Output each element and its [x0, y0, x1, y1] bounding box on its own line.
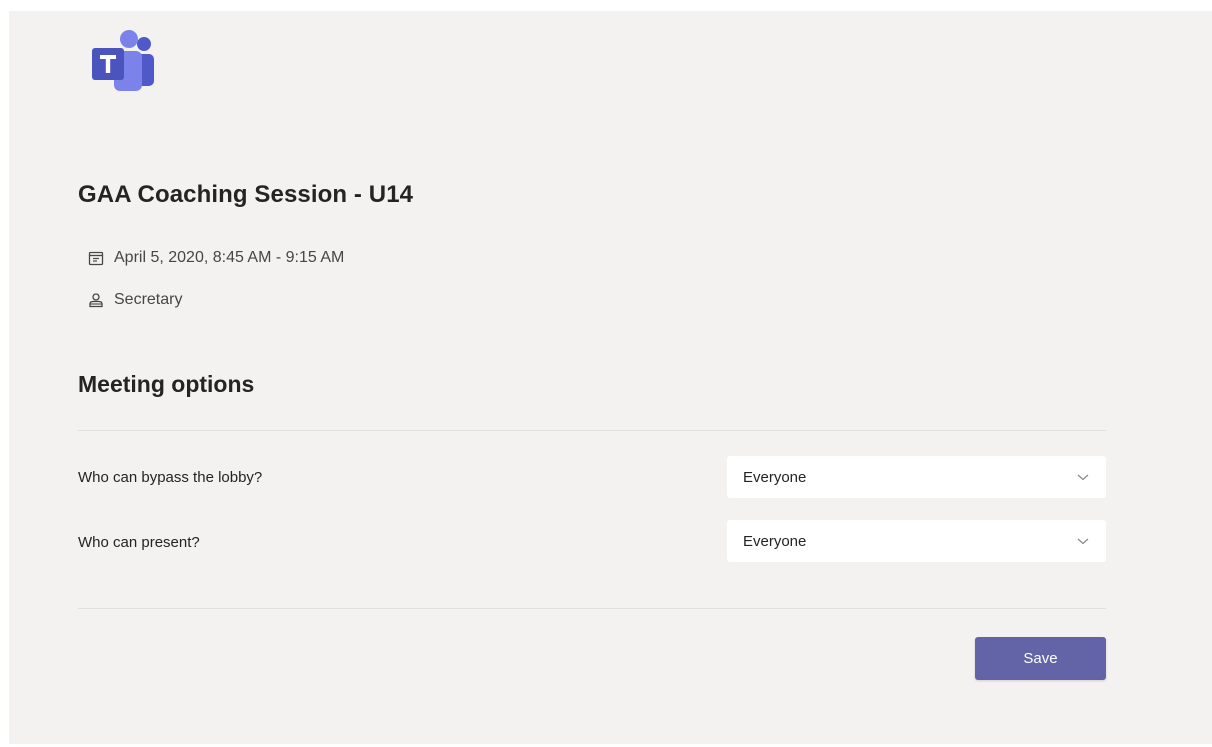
chevron-down-icon: [1077, 474, 1089, 481]
divider: [78, 430, 1106, 431]
meeting-datetime-row: April 5, 2020, 8:45 AM - 9:15 AM: [88, 249, 344, 267]
bypass-lobby-value: Everyone: [743, 468, 807, 486]
meeting-options-heading: Meeting options: [78, 371, 255, 397]
meeting-organizer: Secretary: [114, 291, 183, 308]
who-can-present-dropdown[interactable]: Everyone: [727, 520, 1106, 562]
teams-logo: [92, 30, 154, 91]
divider: [78, 608, 1106, 609]
calendar-icon: [88, 251, 104, 266]
chevron-down-icon: [1077, 538, 1089, 545]
meeting-datetime: April 5, 2020, 8:45 AM - 9:15 AM: [114, 249, 345, 266]
save-button[interactable]: Save: [975, 637, 1106, 680]
who-can-present-label: Who can present?: [78, 534, 200, 551]
meeting-title: GAA Coaching Session - U14: [78, 181, 414, 208]
bypass-lobby-dropdown[interactable]: Everyone: [727, 456, 1106, 498]
bypass-lobby-label: Who can bypass the lobby?: [78, 469, 263, 486]
who-can-present-value: Everyone: [743, 532, 807, 550]
person-icon: [89, 293, 103, 308]
meeting-options-page: GAA Coaching Session - U14 April 5, 2020…: [9, 11, 1212, 744]
meeting-organizer-row: Secretary: [88, 291, 182, 309]
